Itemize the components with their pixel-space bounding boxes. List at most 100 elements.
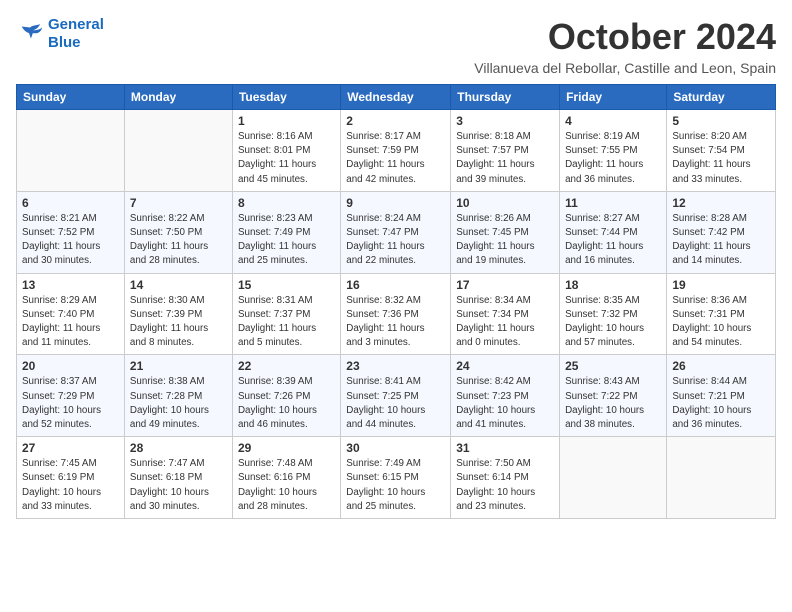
calendar-cell — [560, 437, 667, 519]
day-info: Sunrise: 8:41 AM Sunset: 7:25 PM Dayligh… — [346, 375, 445, 432]
calendar-cell: 6 Sunrise: 8:21 AM Sunset: 7:52 PM Daylig… — [17, 191, 125, 273]
calendar-cell: 30Sunrise: 7:49 AM Sunset: 6:15 PM Dayli… — [341, 437, 451, 519]
title-block: October 2024 Villanueva del Rebollar, Ca… — [474, 16, 776, 76]
day-info: Sunrise: 8:26 AM Sunset: 7:45 PM Dayligh… — [456, 212, 554, 269]
calendar-cell — [667, 437, 776, 519]
day-number: 19 — [672, 278, 770, 292]
day-info: Sunrise: 8:42 AM Sunset: 7:23 PM Dayligh… — [456, 375, 554, 432]
day-info: Sunrise: 8:17 AM Sunset: 7:59 PM Dayligh… — [346, 130, 445, 187]
calendar-table: SundayMondayTuesdayWednesdayThursdayFrid… — [16, 84, 776, 519]
calendar-cell: 18 Sunrise: 8:35 AM Sunset: 7:32 PM Dayli… — [560, 273, 667, 355]
logo-line1: General — [48, 16, 104, 33]
day-info: Sunrise: 8:23 AM Sunset: 7:49 PM Dayligh… — [238, 212, 335, 269]
calendar-cell: 21Sunrise: 8:38 AM Sunset: 7:28 PM Dayli… — [124, 355, 232, 437]
day-number: 13 — [22, 278, 119, 292]
day-info: Sunrise: 7:45 AM Sunset: 6:19 PM Dayligh… — [22, 457, 119, 514]
calendar-week-4: 20 Sunrise: 8:37 AM Sunset: 7:29 PM Dayli… — [17, 355, 776, 437]
calendar-cell: 25 Sunrise: 8:43 AM Sunset: 7:22 PM Dayli… — [560, 355, 667, 437]
calendar-cell: 12Sunrise: 8:28 AM Sunset: 7:42 PM Dayli… — [667, 191, 776, 273]
calendar-cell: 20 Sunrise: 8:37 AM Sunset: 7:29 PM Dayli… — [17, 355, 125, 437]
day-info: Sunrise: 7:50 AM Sunset: 6:14 PM Dayligh… — [456, 457, 554, 514]
calendar-cell: 4 Sunrise: 8:19 AM Sunset: 7:55 PM Daylig… — [560, 110, 667, 192]
calendar-header: SundayMondayTuesdayWednesdayThursdayFrid… — [17, 85, 776, 110]
day-number: 16 — [346, 278, 445, 292]
calendar-week-5: 27 Sunrise: 7:45 AM Sunset: 6:19 PM Dayli… — [17, 437, 776, 519]
day-number: 18 — [565, 278, 661, 292]
calendar-cell: 15 Sunrise: 8:31 AM Sunset: 7:37 PM Dayli… — [232, 273, 340, 355]
day-number: 8 — [238, 196, 335, 210]
day-info: Sunrise: 8:34 AM Sunset: 7:34 PM Dayligh… — [456, 294, 554, 351]
day-info: Sunrise: 8:35 AM Sunset: 7:32 PM Dayligh… — [565, 294, 661, 351]
day-info: Sunrise: 8:29 AM Sunset: 7:40 PM Dayligh… — [22, 294, 119, 351]
day-number: 26 — [672, 359, 770, 373]
day-number: 27 — [22, 441, 119, 455]
calendar-cell: 23 Sunrise: 8:41 AM Sunset: 7:25 PM Dayli… — [341, 355, 451, 437]
day-number: 4 — [565, 114, 661, 128]
day-info: Sunrise: 7:49 AM Sunset: 6:15 PM Dayligh… — [346, 457, 445, 514]
day-info: Sunrise: 8:20 AM Sunset: 7:54 PM Dayligh… — [672, 130, 770, 187]
day-info: Sunrise: 8:37 AM Sunset: 7:29 PM Dayligh… — [22, 375, 119, 432]
logo-text: General Blue — [48, 16, 104, 52]
calendar-cell: 17 Sunrise: 8:34 AM Sunset: 7:34 PM Dayli… — [451, 273, 560, 355]
day-number: 29 — [238, 441, 335, 455]
day-info: Sunrise: 8:27 AM Sunset: 7:44 PM Dayligh… — [565, 212, 661, 269]
day-number: 7 — [130, 196, 227, 210]
weekday-thursday: Thursday — [451, 85, 560, 110]
day-number: 2 — [346, 114, 445, 128]
weekday-header-row: SundayMondayTuesdayWednesdayThursdayFrid… — [17, 85, 776, 110]
month-title: October 2024 — [474, 16, 776, 58]
location: Villanueva del Rebollar, Castille and Le… — [474, 60, 776, 76]
day-info: Sunrise: 8:36 AM Sunset: 7:31 PM Dayligh… — [672, 294, 770, 351]
calendar-cell — [124, 110, 232, 192]
logo-line2: Blue — [48, 34, 81, 51]
weekday-tuesday: Tuesday — [232, 85, 340, 110]
day-number: 28 — [130, 441, 227, 455]
day-number: 17 — [456, 278, 554, 292]
calendar-week-2: 6 Sunrise: 8:21 AM Sunset: 7:52 PM Daylig… — [17, 191, 776, 273]
calendar-cell: 9 Sunrise: 8:24 AM Sunset: 7:47 PM Daylig… — [341, 191, 451, 273]
day-number: 25 — [565, 359, 661, 373]
calendar-cell: 7Sunrise: 8:22 AM Sunset: 7:50 PM Daylig… — [124, 191, 232, 273]
calendar-cell: 11 Sunrise: 8:27 AM Sunset: 7:44 PM Dayli… — [560, 191, 667, 273]
day-info: Sunrise: 8:31 AM Sunset: 7:37 PM Dayligh… — [238, 294, 335, 351]
weekday-monday: Monday — [124, 85, 232, 110]
calendar-cell: 14 Sunrise: 8:30 AM Sunset: 7:39 PM Dayli… — [124, 273, 232, 355]
day-info: Sunrise: 8:24 AM Sunset: 7:47 PM Dayligh… — [346, 212, 445, 269]
logo: General Blue — [16, 16, 104, 52]
calendar-cell: 3Sunrise: 8:18 AM Sunset: 7:57 PM Daylig… — [451, 110, 560, 192]
day-info: Sunrise: 8:39 AM Sunset: 7:26 PM Dayligh… — [238, 375, 335, 432]
calendar-cell: 1Sunrise: 8:16 AM Sunset: 8:01 PM Daylig… — [232, 110, 340, 192]
day-info: Sunrise: 8:32 AM Sunset: 7:36 PM Dayligh… — [346, 294, 445, 351]
day-number: 31 — [456, 441, 554, 455]
day-number: 3 — [456, 114, 554, 128]
day-number: 5 — [672, 114, 770, 128]
weekday-friday: Friday — [560, 85, 667, 110]
day-number: 10 — [456, 196, 554, 210]
calendar-cell: 10 Sunrise: 8:26 AM Sunset: 7:45 PM Dayli… — [451, 191, 560, 273]
day-info: Sunrise: 8:43 AM Sunset: 7:22 PM Dayligh… — [565, 375, 661, 432]
day-info: Sunrise: 8:19 AM Sunset: 7:55 PM Dayligh… — [565, 130, 661, 187]
day-info: Sunrise: 7:47 AM Sunset: 6:18 PM Dayligh… — [130, 457, 227, 514]
day-number: 23 — [346, 359, 445, 373]
calendar-cell: 27 Sunrise: 7:45 AM Sunset: 6:19 PM Dayli… — [17, 437, 125, 519]
calendar-cell — [17, 110, 125, 192]
calendar-cell: 24Sunrise: 8:42 AM Sunset: 7:23 PM Dayli… — [451, 355, 560, 437]
calendar-cell: 16 Sunrise: 8:32 AM Sunset: 7:36 PM Dayli… — [341, 273, 451, 355]
day-number: 9 — [346, 196, 445, 210]
page-header: General Blue October 2024 Villanueva del… — [16, 16, 776, 76]
calendar-week-1: 1Sunrise: 8:16 AM Sunset: 8:01 PM Daylig… — [17, 110, 776, 192]
calendar-cell: 29Sunrise: 7:48 AM Sunset: 6:16 PM Dayli… — [232, 437, 340, 519]
calendar-cell: 13 Sunrise: 8:29 AM Sunset: 7:40 PM Dayli… — [17, 273, 125, 355]
calendar-cell: 19 Sunrise: 8:36 AM Sunset: 7:31 PM Dayli… — [667, 273, 776, 355]
calendar-cell: 31 Sunrise: 7:50 AM Sunset: 6:14 PM Dayli… — [451, 437, 560, 519]
day-info: Sunrise: 8:30 AM Sunset: 7:39 PM Dayligh… — [130, 294, 227, 351]
day-number: 6 — [22, 196, 119, 210]
weekday-wednesday: Wednesday — [341, 85, 451, 110]
day-info: Sunrise: 8:21 AM Sunset: 7:52 PM Dayligh… — [22, 212, 119, 269]
calendar-cell: 8 Sunrise: 8:23 AM Sunset: 7:49 PM Daylig… — [232, 191, 340, 273]
day-number: 22 — [238, 359, 335, 373]
day-number: 11 — [565, 196, 661, 210]
day-number: 15 — [238, 278, 335, 292]
day-number: 20 — [22, 359, 119, 373]
day-number: 14 — [130, 278, 227, 292]
